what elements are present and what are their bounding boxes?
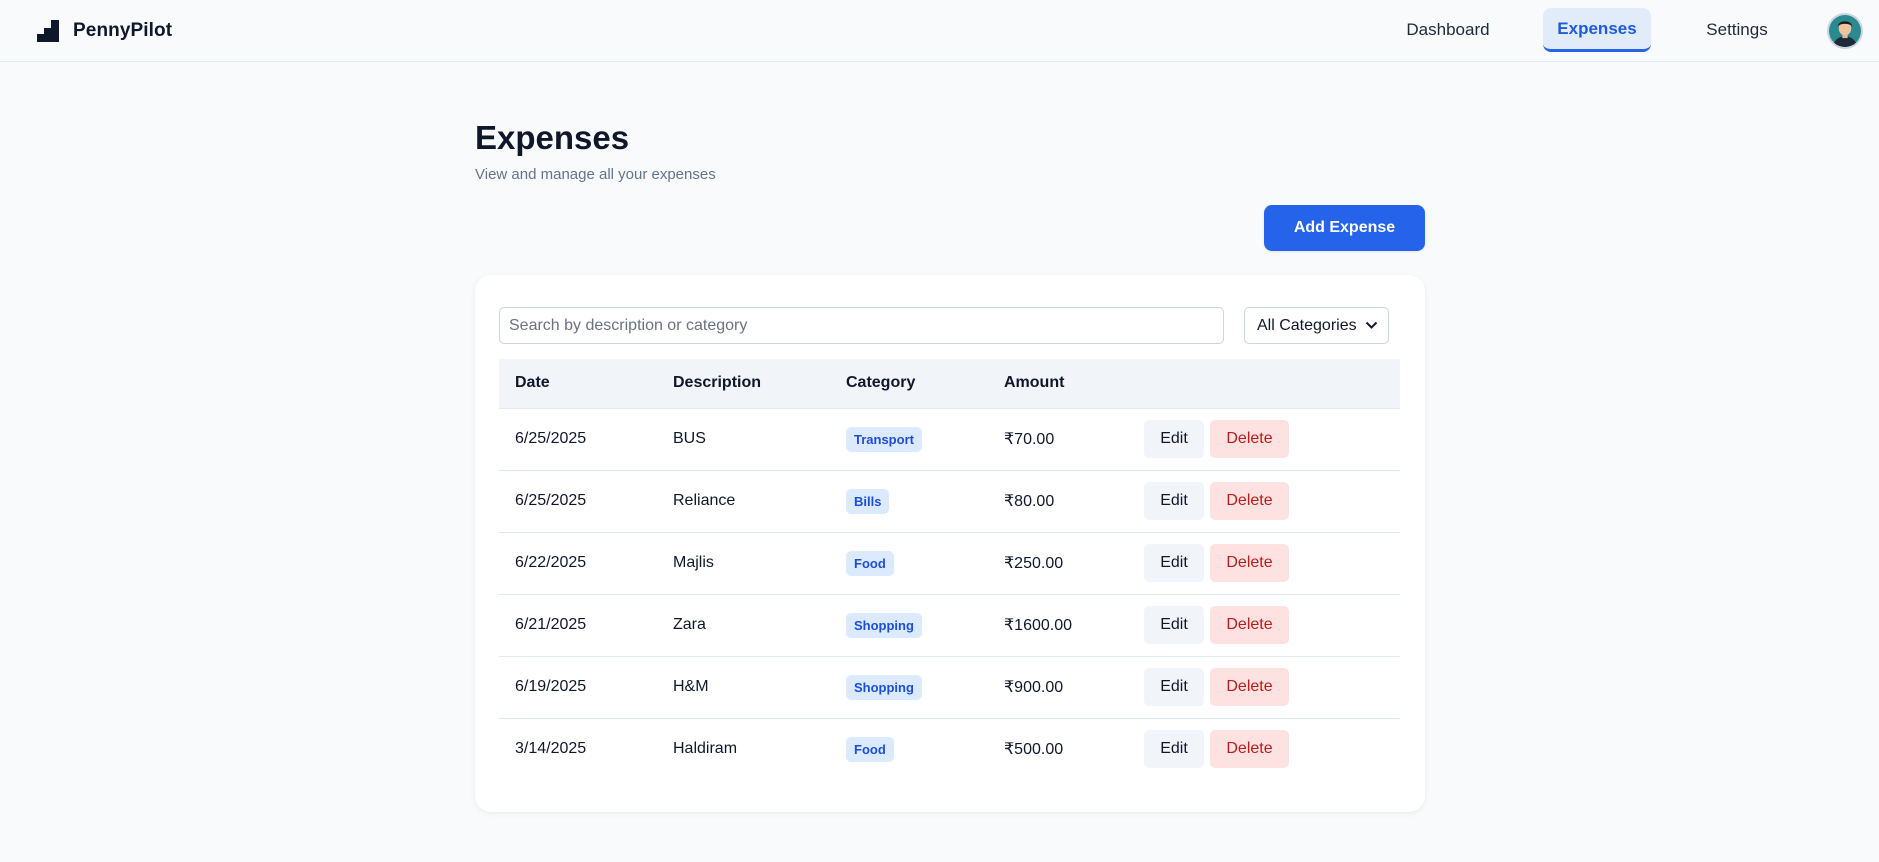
top-navbar: PennyPilot Dashboard Expenses Settings xyxy=(0,0,1879,62)
page-subtitle: View and manage all your expenses xyxy=(475,166,716,183)
column-header-actions xyxy=(1128,359,1400,409)
nav-tab-dashboard[interactable]: Dashboard xyxy=(1395,8,1501,52)
expenses-table: Date Description Category Amount 6/25/20… xyxy=(499,359,1400,780)
category-badge: Transport xyxy=(846,426,922,452)
cell-amount: ₹500.00 xyxy=(1004,741,1064,759)
delete-button[interactable]: Delete xyxy=(1210,606,1289,644)
cell-date: 6/21/2025 xyxy=(499,594,657,657)
logo-icon xyxy=(37,20,59,42)
column-header-amount: Amount xyxy=(988,359,1128,409)
column-header-category: Category xyxy=(830,359,988,409)
table-row: 6/25/2025 Reliance Bills ₹80.00 Edit Del… xyxy=(499,470,1400,533)
delete-button[interactable]: Delete xyxy=(1210,544,1289,582)
delete-button[interactable]: Delete xyxy=(1210,482,1289,520)
cell-actions: Edit Delete xyxy=(1128,408,1400,471)
cell-description: Haldiram xyxy=(673,740,738,758)
cell-category: Shopping xyxy=(830,594,988,657)
cell-date: 3/14/2025 xyxy=(515,740,587,758)
add-expense-button[interactable]: Add Expense xyxy=(1264,205,1425,251)
delete-button[interactable]: Delete xyxy=(1210,730,1289,769)
user-avatar[interactable] xyxy=(1827,13,1863,49)
category-badge: Shopping xyxy=(846,674,922,700)
cell-category: Food xyxy=(830,718,988,780)
table-header-row: Date Description Category Amount xyxy=(499,359,1400,409)
brand[interactable]: PennyPilot xyxy=(37,18,172,44)
cell-actions: Edit Delete xyxy=(1128,470,1400,533)
category-badge: Food xyxy=(846,550,894,576)
page-title: Expenses xyxy=(475,119,630,156)
cell-category: Food xyxy=(830,532,988,595)
cell-category: Transport xyxy=(830,408,988,471)
category-badge: Shopping xyxy=(846,612,922,638)
cell-amount: ₹900.00 xyxy=(988,656,1128,719)
category-filter-select[interactable]: All Categories xyxy=(1244,307,1389,344)
cell-amount: ₹80.00 xyxy=(988,470,1128,533)
chevron-down-icon xyxy=(1365,321,1378,329)
table-row: 6/25/2025 BUS Transport ₹70.00 Edit Dele… xyxy=(499,408,1400,471)
column-header-description: Description xyxy=(657,359,830,409)
avatar-icon xyxy=(1829,15,1861,47)
cell-actions: Edit Delete xyxy=(1128,594,1400,657)
edit-button[interactable]: Edit xyxy=(1144,730,1204,769)
category-filter-value: All Categories xyxy=(1257,316,1357,334)
cell-actions: Edit Delete xyxy=(1128,718,1400,780)
cell-date: 6/19/2025 xyxy=(499,656,657,719)
cell-amount: ₹250.00 xyxy=(988,532,1128,595)
cell-actions: Edit Delete xyxy=(1128,656,1400,719)
edit-button[interactable]: Edit xyxy=(1144,544,1204,582)
edit-button[interactable]: Edit xyxy=(1144,420,1204,458)
category-badge: Food xyxy=(846,736,894,762)
table-row: 6/19/2025 H&M Shopping ₹900.00 Edit Dele… xyxy=(499,656,1400,719)
category-badge: Bills xyxy=(846,488,890,514)
delete-button[interactable]: Delete xyxy=(1210,420,1289,458)
nav-tab-expenses[interactable]: Expenses xyxy=(1543,8,1651,52)
app-name: PennyPilot xyxy=(73,20,173,41)
cell-actions: Edit Delete xyxy=(1128,532,1400,595)
table-row: 6/22/2025 Majlis Food ₹250.00 Edit Delet… xyxy=(499,532,1400,595)
nav-tab-settings[interactable]: Settings xyxy=(1693,8,1781,52)
cell-date: 6/25/2025 xyxy=(499,408,657,471)
cell-category: Bills xyxy=(830,470,988,533)
cell-amount: ₹70.00 xyxy=(988,408,1128,471)
cell-description: Majlis xyxy=(657,532,830,595)
cell-description: Zara xyxy=(657,594,830,657)
cell-description: Reliance xyxy=(657,470,830,533)
cell-description: H&M xyxy=(657,656,830,719)
table-row: 3/14/2025 Haldiram Food ₹500.00 Edit Del… xyxy=(499,718,1400,780)
search-input[interactable] xyxy=(499,307,1224,344)
cell-date: 6/25/2025 xyxy=(499,470,657,533)
cell-category: Shopping xyxy=(830,656,988,719)
cell-date: 6/22/2025 xyxy=(499,532,657,595)
table-row: 6/21/2025 Zara Shopping ₹1600.00 Edit De… xyxy=(499,594,1400,657)
edit-button[interactable]: Edit xyxy=(1144,606,1204,644)
delete-button[interactable]: Delete xyxy=(1210,668,1289,706)
expenses-card: All Categories Date Description Category… xyxy=(475,275,1425,812)
edit-button[interactable]: Edit xyxy=(1144,482,1204,520)
column-header-date: Date xyxy=(499,359,657,409)
cell-amount: ₹1600.00 xyxy=(988,594,1128,657)
cell-description: BUS xyxy=(657,408,830,471)
edit-button[interactable]: Edit xyxy=(1144,668,1204,706)
